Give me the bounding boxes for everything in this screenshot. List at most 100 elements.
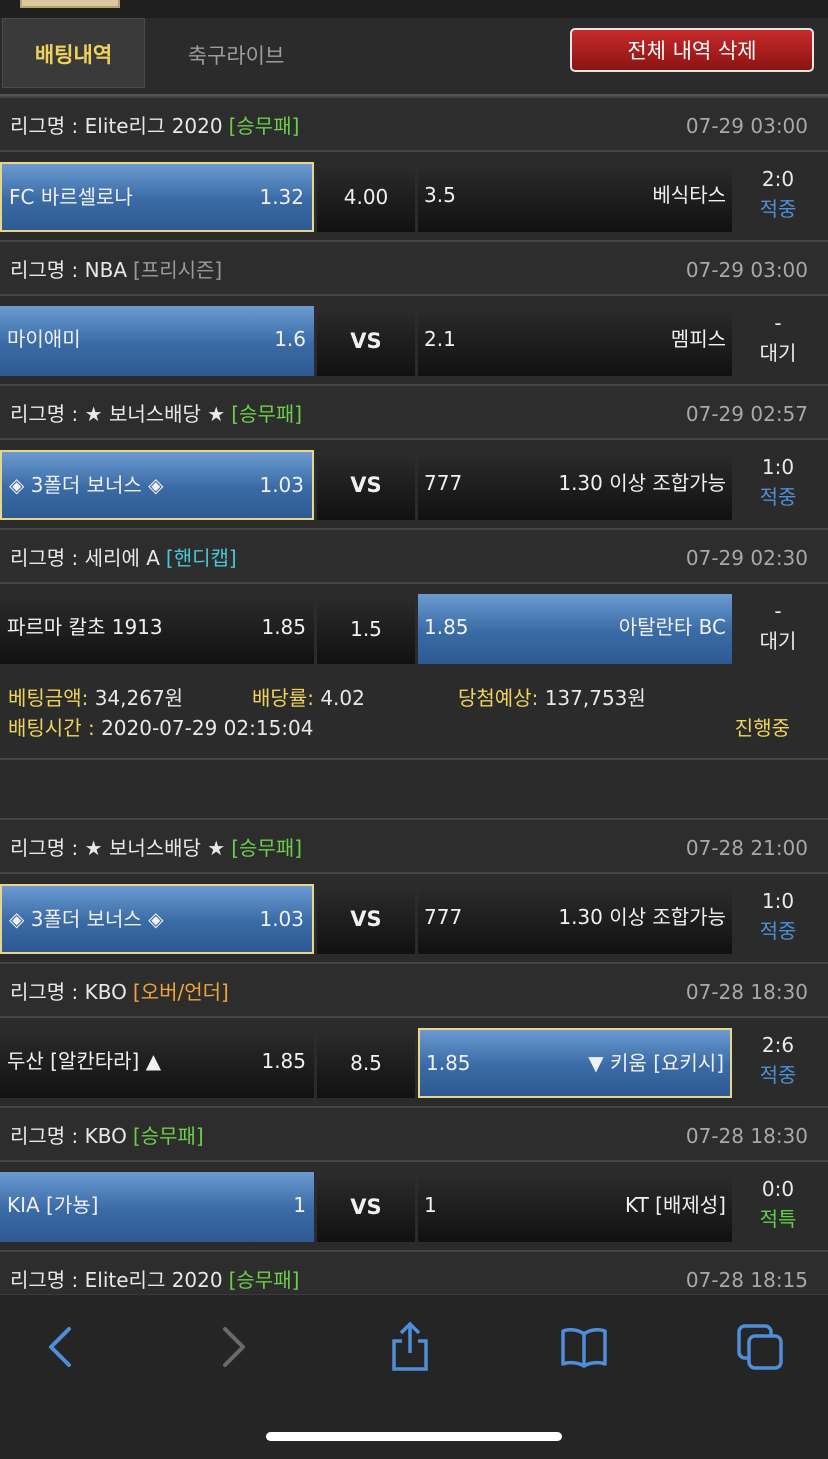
away-team-name: 아탈란타 BC — [618, 615, 726, 639]
bet-amount-label: 베팅금액: — [8, 686, 89, 710]
delete-all-button[interactable]: 전체 내역 삭제 — [570, 28, 814, 72]
bet-time-label: 배팅시간 : — [8, 716, 95, 740]
tabs-icon[interactable] — [730, 1317, 790, 1377]
away-team-name: 멤피스 — [670, 327, 726, 351]
away-team-name: 1.30 이상 조합가능 — [558, 471, 726, 495]
match-result: 2:0 적중 — [735, 162, 821, 232]
away-team-name: ▼ 키움 [요키시] — [588, 1051, 724, 1075]
bet-status: 진행중 — [734, 716, 790, 740]
away-team-option[interactable]: 1.85 아탈란타 BC — [418, 594, 732, 664]
match-row: 마이애미 1.6 VS 2.1 멤피스 - 대기 — [0, 306, 828, 376]
home-team-option[interactable]: ◈ 3폴더 보너스 ◈ 1.03 — [0, 884, 314, 954]
bet-type-tag: [승무패] — [132, 1124, 204, 1148]
league-header: 리그명 : Elite리그 2020 [승무패] 07-29 03:00 — [0, 96, 828, 152]
away-odds: 3.5 — [424, 183, 456, 207]
score: 1:0 — [761, 455, 795, 479]
score: 0:0 — [761, 1177, 795, 1201]
league-prefix: 리그명 : — [10, 1268, 85, 1292]
bookmarks-icon[interactable] — [554, 1317, 614, 1377]
league-prefix: 리그명 : — [10, 258, 85, 282]
tab-label: 축구라이브 — [187, 44, 285, 68]
match-row: 파르마 칼초 1913 1.85 1.5 1.85 아탈란타 BC - 대기 — [0, 594, 828, 664]
home-team-option[interactable]: 두산 [알칸타라] ▲ 1.85 — [0, 1028, 314, 1098]
match-time: 07-29 02:30 — [685, 546, 808, 570]
bet-type-tag: [승무패] — [228, 1268, 300, 1292]
result-status: 대기 — [759, 629, 797, 653]
bet-type-tag: [승무패] — [228, 114, 300, 138]
league-name: 리그명 : NBA [프리시즌] — [10, 242, 222, 298]
match-time: 07-29 03:00 — [685, 258, 808, 282]
league-title: ★ 보너스배당 ★ — [84, 402, 226, 426]
result-status: 적중 — [759, 197, 797, 221]
bet-summary: 베팅금액: 34,267원 배당률: 4.02 당첨예상: 137,753원 배… — [0, 668, 828, 758]
match-row: ◈ 3폴더 보너스 ◈ 1.03 VS 777 1.30 이상 조합가능 1:0 적중 — [0, 884, 828, 954]
tab-soccer-live[interactable]: 축구라이브 — [146, 18, 326, 88]
home-team-option[interactable]: FC 바르셀로나 1.32 — [0, 162, 314, 232]
away-team-name: 1.30 이상 조합가능 — [558, 905, 726, 929]
mid-value: VS — [350, 1195, 382, 1219]
home-team-option[interactable]: KIA [가뇽] 1 — [0, 1172, 314, 1242]
bet-odds-label: 배당률: — [252, 686, 314, 710]
bet-type-tag: [승무패] — [231, 836, 303, 860]
match-result: - 대기 — [735, 594, 821, 664]
bet-odds: 배당률: 4.02 — [252, 682, 365, 711]
league-prefix: 리그명 : — [10, 114, 85, 138]
draw-handicap-option[interactable]: VS — [317, 1172, 415, 1242]
draw-handicap-option[interactable]: 8.5 — [317, 1028, 415, 1098]
league-title: 세리에 A — [84, 546, 160, 570]
draw-handicap-option[interactable]: 1.5 — [317, 594, 415, 664]
score: 2:6 — [761, 1033, 795, 1057]
away-team-option[interactable]: 1 KT [배제성] — [418, 1172, 732, 1242]
forward-icon[interactable] — [204, 1317, 264, 1377]
league-header: 리그명 : NBA [프리시즌] 07-29 03:00 — [0, 240, 828, 296]
home-indicator[interactable] — [266, 1432, 562, 1441]
away-team-option[interactable]: 777 1.30 이상 조합가능 — [418, 884, 732, 954]
result-status: 적중 — [759, 919, 797, 943]
league-title: KBO — [84, 980, 127, 1004]
match-row: 두산 [알칸타라] ▲ 1.85 8.5 1.85 ▼ 키움 [요키시] 2:6 적중 — [0, 1028, 828, 1098]
draw-handicap-option[interactable]: 4.00 — [317, 162, 415, 232]
share-icon[interactable] — [380, 1317, 440, 1377]
home-odds: 1.6 — [274, 327, 306, 351]
away-odds: 1 — [424, 1193, 437, 1217]
match-time: 07-28 18:30 — [685, 980, 808, 1004]
league-header: 리그명 : KBO [오버/언더] 07-28 18:30 — [0, 962, 828, 1018]
draw-handicap-option[interactable]: VS — [317, 306, 415, 376]
match-result: - 대기 — [735, 306, 821, 376]
back-icon[interactable] — [30, 1317, 90, 1377]
away-team-option[interactable]: 777 1.30 이상 조합가능 — [418, 450, 732, 520]
draw-handicap-option[interactable]: VS — [317, 884, 415, 954]
match-result: 0:0 적특 — [735, 1172, 821, 1242]
league-header: 리그명 : ★ 보너스배당 ★ [승무패] 07-28 21:00 — [0, 818, 828, 874]
expected-win: 당첨예상: 137,753원 — [458, 682, 646, 711]
away-odds: 2.1 — [424, 327, 456, 351]
match-time: 07-28 21:00 — [685, 836, 808, 860]
league-header: 리그명 : ★ 보너스배당 ★ [승무패] 07-29 02:57 — [0, 384, 828, 440]
league-header: 리그명 : 세리에 A [핸디캡] 07-29 02:30 — [0, 528, 828, 584]
home-team-option[interactable]: 마이애미 1.6 — [0, 306, 314, 376]
bet-amount-value: 34,267원 — [94, 686, 184, 710]
home-odds: 1.85 — [261, 615, 306, 639]
draw-handicap-option[interactable]: VS — [317, 450, 415, 520]
league-title: ★ 보너스배당 ★ — [84, 836, 226, 860]
tab-bet-history[interactable]: 배팅내역 — [2, 18, 145, 88]
mid-value: VS — [350, 473, 382, 497]
score: - — [774, 311, 782, 335]
away-team-option[interactable]: 3.5 베식타스 — [418, 162, 732, 232]
home-team-option[interactable]: ◈ 3폴더 보너스 ◈ 1.03 — [0, 450, 314, 520]
away-odds: 1.85 — [426, 1051, 471, 1075]
league-prefix: 리그명 : — [10, 980, 85, 1004]
home-team-name: ◈ 3폴더 보너스 ◈ — [9, 907, 164, 931]
match-time: 07-29 03:00 — [685, 114, 808, 138]
home-odds: 1.03 — [259, 907, 304, 931]
away-team-option[interactable]: 2.1 멤피스 — [418, 306, 732, 376]
bet-type-tag: [승무패] — [231, 402, 303, 426]
home-odds: 1.03 — [259, 473, 304, 497]
away-team-option[interactable]: 1.85 ▼ 키움 [요키시] — [418, 1028, 732, 1098]
top-bar — [0, 0, 828, 18]
match-result: 1:0 적중 — [735, 450, 821, 520]
score: 1:0 — [761, 889, 795, 913]
league-prefix: 리그명 : — [10, 546, 85, 570]
mid-value: 8.5 — [350, 1051, 382, 1075]
home-team-option[interactable]: 파르마 칼초 1913 1.85 — [0, 594, 314, 664]
